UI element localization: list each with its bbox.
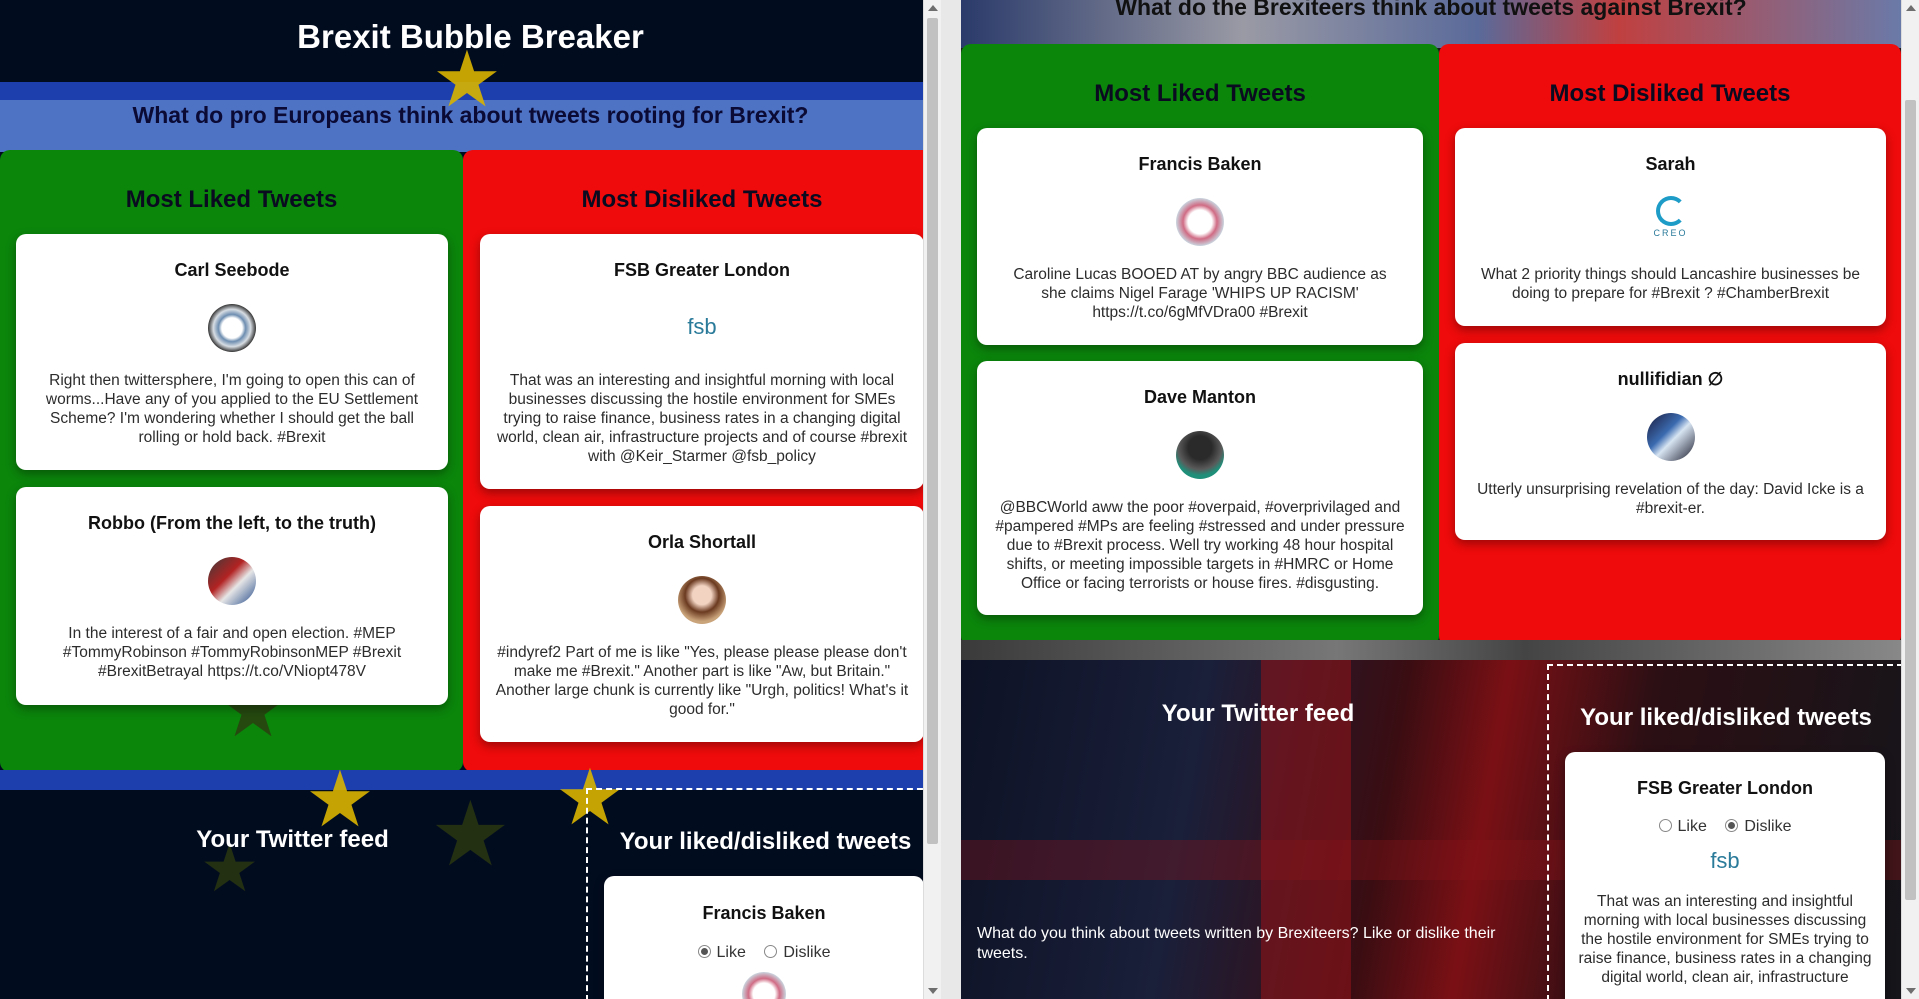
fsb-logo: fsb [687, 314, 717, 339]
tweet-card[interactable]: Francis Baken Caroline Lucas BOOED AT by… [977, 128, 1423, 345]
like-radio[interactable] [697, 945, 711, 958]
scroll-down-icon[interactable] [928, 988, 938, 994]
avatar [208, 557, 256, 605]
pane-divider [941, 0, 961, 999]
tweet-author: Sarah [1645, 154, 1696, 174]
tweet-author: Francis Baken [702, 903, 826, 923]
tweet-text: @BBCWorld aww the poor #overpaid, #overp… [995, 499, 1405, 592]
tweet-text: That was an interesting and insightful m… [1578, 893, 1872, 986]
fsb-logo: fsb [1710, 848, 1740, 873]
scroll-up-icon[interactable] [1906, 5, 1916, 11]
like-radio[interactable] [1658, 819, 1672, 832]
dislike-label: Dislike [1744, 818, 1792, 835]
tweet-card[interactable]: nullifidian ∅ Utterly unsurprising revel… [1455, 343, 1886, 540]
tweet-text: That was an interesting and insightful m… [496, 372, 908, 465]
dislike-label: Dislike [783, 944, 831, 961]
votes-title: Your liked/disliked tweets [619, 828, 912, 855]
avatar [208, 304, 256, 352]
section-question: What do pro Europeans think about tweets… [132, 102, 809, 128]
creo-logo-icon [1655, 196, 1686, 226]
tweet-text: In the interest of a fair and open elect… [62, 625, 402, 680]
tweet-author: Carl Seebode [174, 260, 290, 280]
column-title: Most Disliked Tweets [581, 186, 823, 213]
votes-title: Your liked/disliked tweets [1580, 704, 1872, 731]
column-title: Most Disliked Tweets [1549, 80, 1791, 107]
votes-panel: Your liked/disliked tweets Francis Baken… [586, 788, 941, 999]
tweet-text: #indyref2 Part of me is like "Yes, pleas… [495, 644, 909, 718]
scroll-down-icon[interactable] [1906, 988, 1916, 994]
avatar [742, 972, 786, 999]
twitter-feed-title: Your Twitter feed [1161, 700, 1355, 727]
tweet-author: Francis Baken [1138, 154, 1262, 174]
pro-europe-page: ★ Brexit Bubble Breaker What do pro Euro… [0, 0, 941, 999]
section-question: What do the Brexiteers think about tweet… [1115, 0, 1747, 20]
avatar [1176, 431, 1224, 479]
tweet-author: Dave Manton [1143, 387, 1257, 407]
twitter-feed-title: Your Twitter feed [196, 826, 389, 853]
scrollbar-thumb[interactable] [1905, 100, 1916, 900]
most-liked-column: Most Liked Tweets ★ Carl Seebode Right t… [0, 150, 463, 772]
tweet-card[interactable]: FSB Greater London fsb That was an inter… [480, 234, 924, 489]
tweet-text: Right then twittersphere, I'm going to o… [45, 372, 419, 446]
avatar [678, 576, 726, 624]
creo-logo-text: CREO [1653, 228, 1688, 238]
site-title: Brexit Bubble Breaker [297, 18, 644, 55]
tweet-card[interactable]: Carl Seebode Right then twittersphere, I… [16, 234, 448, 470]
tweet-card[interactable]: Orla Shortall #indyref2 Part of me is li… [480, 506, 924, 742]
tweet-card[interactable]: Robbo (From the left, to the truth) In t… [16, 487, 448, 705]
scrollbar-thumb[interactable] [927, 18, 938, 844]
column-title: Most Liked Tweets [125, 186, 338, 213]
dislike-radio[interactable] [764, 945, 778, 958]
most-disliked-column: Most Disliked Tweets Sarah CREO What 2 p… [1439, 44, 1901, 646]
vote-options: Like Dislike [604, 944, 924, 962]
vote-options: Like Dislike [1565, 818, 1885, 836]
tweet-author: FSB Greater London [613, 260, 790, 280]
tweet-text: Utterly unsurprising revelation of the d… [1477, 481, 1864, 517]
avatar [1176, 198, 1224, 246]
tweet-text: What 2 priority things should Lancashire… [1480, 266, 1861, 302]
most-liked-column: Most Liked Tweets Francis Baken Caroline… [961, 44, 1439, 646]
tweet-author: FSB Greater London [1636, 778, 1813, 798]
tweet-author: Orla Shortall [647, 532, 757, 552]
like-label: Like [1677, 818, 1707, 835]
twitter-feed-description: What do you think about tweets written b… [977, 925, 1496, 962]
avatar [1646, 413, 1695, 461]
tweet-author: Robbo (From the left, to the truth) [88, 513, 376, 533]
scroll-up-icon[interactable] [928, 5, 938, 11]
votes-panel: Your liked/disliked tweets FSB Greater L… [1547, 664, 1901, 999]
dislike-radio[interactable] [1725, 819, 1739, 832]
tweet-card[interactable]: Sarah CREO What 2 priority things should… [1455, 128, 1886, 326]
like-label: Like [716, 944, 746, 961]
column-title: Most Liked Tweets [1094, 80, 1306, 107]
tweet-card[interactable]: Dave Manton @BBCWorld aww the poor #over… [977, 361, 1423, 615]
tweet-text: Caroline Lucas BOOED AT by angry BBC aud… [1013, 266, 1387, 321]
right-scrollbar[interactable] [1901, 0, 1919, 999]
left-scrollbar[interactable] [923, 0, 941, 999]
brexiteer-page: What do the Brexiteers think about tweet… [961, 0, 1901, 999]
most-disliked-column: Most Disliked Tweets FSB Greater London … [463, 150, 941, 772]
voted-tweet-card: Francis Baken Like Dislike [604, 876, 924, 999]
voted-tweet-card: FSB Greater London Like Dislike fsb That… [1565, 752, 1885, 999]
tweet-author: nullifidian ∅ [1617, 369, 1724, 389]
